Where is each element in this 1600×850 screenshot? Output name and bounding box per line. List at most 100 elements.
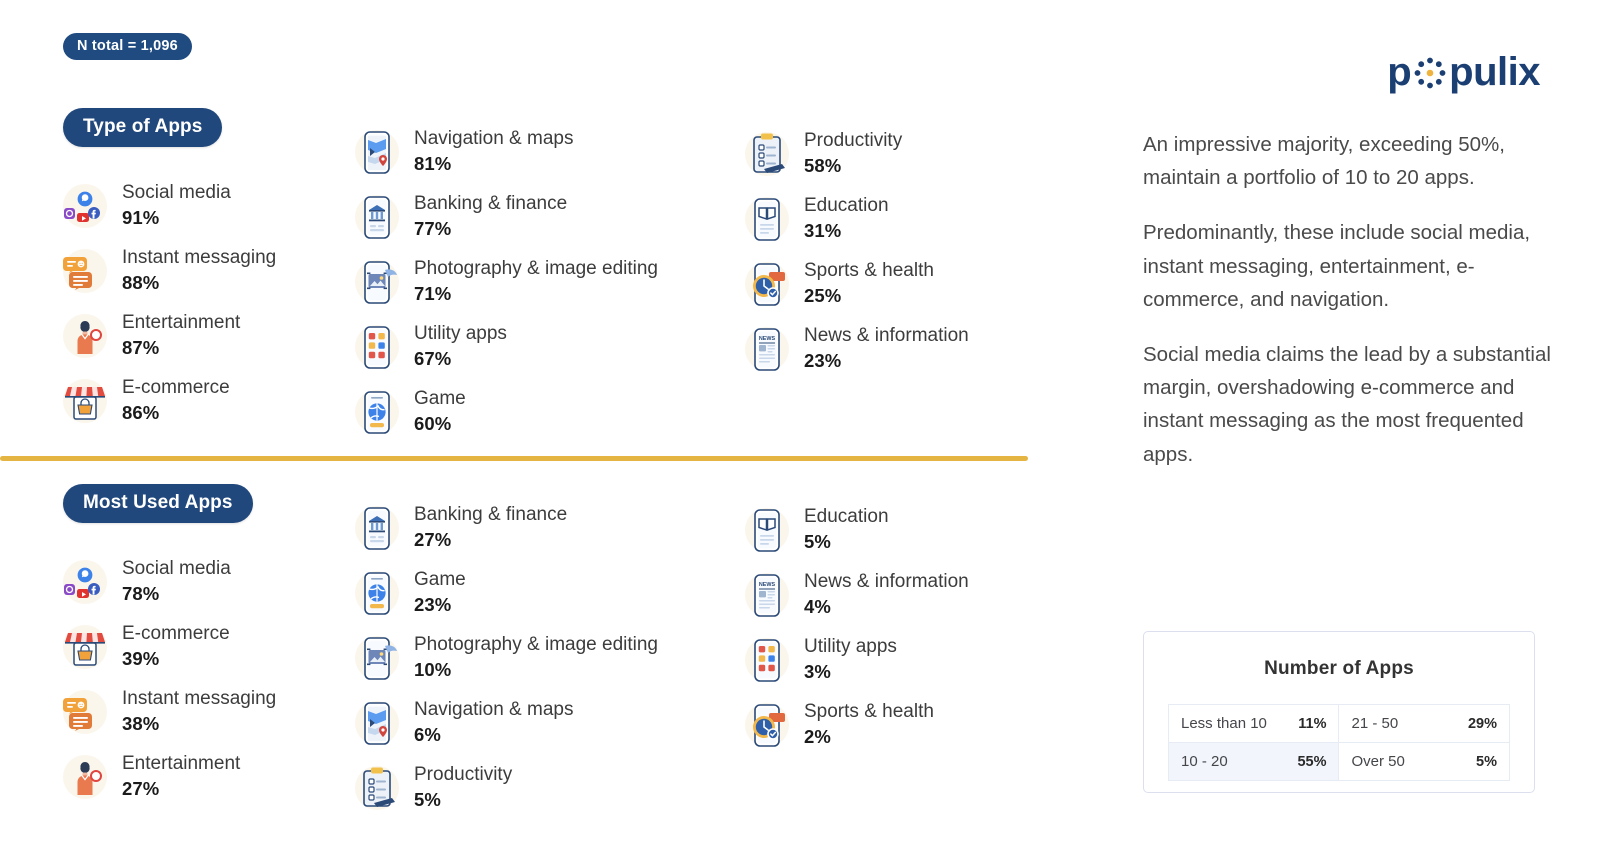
app-item: Utility apps 3%	[742, 634, 1042, 686]
sports-health-icon	[742, 258, 792, 310]
app-item-label: Photography & image editing	[414, 634, 658, 655]
app-item-label: Utility apps	[414, 323, 507, 344]
apps-range-value: 11%	[1281, 704, 1340, 743]
app-item-label: Game	[414, 569, 466, 590]
photography-icon	[352, 632, 402, 684]
app-item-value: 39%	[122, 648, 160, 670]
app-item-value: 23%	[804, 350, 842, 372]
app-item: Instant messaging 38%	[60, 686, 360, 738]
app-item-value: 91%	[122, 207, 160, 229]
app-item-value: 78%	[122, 583, 160, 605]
navigation-maps-icon	[352, 697, 402, 749]
app-item-text: Sports & health 2%	[804, 699, 934, 748]
app-item: Game 60%	[352, 386, 742, 438]
number-of-apps-card: Number of Apps Less than 10 11% 21 - 50 29%…	[1143, 631, 1535, 793]
narrative-paragraph: An impressive majority, exceeding 50%, m…	[1143, 133, 1505, 190]
populix-logo: p pulix	[1387, 52, 1540, 92]
app-item: Productivity 58%	[742, 128, 1042, 180]
app-item-label: E-commerce	[122, 377, 230, 398]
app-item-value: 87%	[122, 337, 160, 359]
productivity-icon	[742, 128, 792, 180]
app-item-text: News & information 23%	[804, 323, 969, 372]
narrative-text: An impressive majority, exceeding 50%, m…	[1143, 128, 1563, 471]
utility-apps-icon	[352, 321, 402, 373]
app-item-value: 71%	[414, 283, 452, 305]
app-item-text: Utility apps 67%	[414, 321, 507, 370]
app-item: Education 5%	[742, 504, 1042, 556]
app-item-label: Sports & health	[804, 701, 934, 722]
app-item-value: 31%	[804, 220, 842, 242]
app-item-label: News & information	[804, 571, 969, 592]
app-item: Navigation & maps 6%	[352, 697, 742, 749]
app-item-label: Navigation & maps	[414, 699, 574, 720]
app-item-text: Social media 78%	[122, 556, 231, 605]
n-total-label: N total =	[77, 38, 141, 54]
entertainment-icon	[60, 310, 110, 362]
game-icon	[352, 567, 402, 619]
app-item-label: Productivity	[414, 764, 513, 785]
app-item-text: Navigation & maps 81%	[414, 126, 573, 175]
app-item-label: Entertainment	[122, 312, 241, 333]
column-2: Navigation & maps 81% Banking & finance 77…	[352, 126, 742, 451]
app-item-text: Photography & image editing 71%	[414, 256, 658, 305]
app-item: Photography & image editing 10%	[352, 632, 742, 684]
app-item-text: Entertainment 27%	[122, 751, 240, 800]
app-item-text: Photography & image editing 10%	[414, 632, 658, 681]
app-item-value: 25%	[804, 285, 842, 307]
app-item-value: 27%	[414, 529, 452, 551]
svg-text:NEWS: NEWS	[759, 582, 776, 588]
app-item-label: E-commerce	[122, 623, 230, 644]
app-item-text: E-commerce 86%	[122, 375, 230, 424]
column-2: Banking & finance 27% Game 23% Photography…	[352, 502, 742, 827]
apps-range-value: 5%	[1451, 742, 1510, 781]
app-item-label: Entertainment	[122, 753, 241, 774]
n-total-value: 1,096	[140, 38, 178, 54]
logo-suffix: pulix	[1449, 50, 1540, 94]
app-item-label: Banking & finance	[414, 193, 568, 214]
apps-range-label: Less than 10	[1168, 704, 1282, 743]
e-commerce-icon	[60, 621, 110, 673]
app-item-text: Productivity 58%	[804, 128, 902, 177]
app-item-label: Navigation & maps	[414, 128, 574, 149]
app-item-text: Banking & finance 27%	[414, 502, 567, 551]
app-item: Entertainment 87%	[60, 310, 360, 362]
apps-range-value: 29%	[1451, 704, 1510, 743]
banking-finance-icon	[352, 191, 402, 243]
app-item: Utility apps 67%	[352, 321, 742, 373]
number-of-apps-title: Number of Apps	[1264, 658, 1414, 679]
app-item-value: 23%	[414, 594, 452, 616]
app-item-label: Instant messaging	[122, 247, 277, 268]
app-item: Entertainment 27%	[60, 751, 360, 803]
app-item: E-commerce 86%	[60, 375, 360, 427]
navigation-maps-icon	[352, 126, 402, 178]
logo-dot-cluster-icon	[1411, 52, 1449, 92]
column-1: Social media 91% Instant messaging 88% Ent…	[60, 180, 360, 440]
app-item-label: Utility apps	[804, 636, 897, 657]
app-item: Instant messaging 88%	[60, 245, 360, 297]
app-item-label: Banking & finance	[414, 504, 568, 525]
instant-messaging-icon	[60, 686, 110, 738]
table-row: Less than 10 11% 21 - 50 29%	[1168, 704, 1510, 743]
app-item-label: Instant messaging	[122, 688, 277, 709]
app-item-text: Productivity 5%	[414, 762, 512, 811]
svg-text:NEWS: NEWS	[759, 336, 776, 342]
app-item-value: 67%	[414, 348, 452, 370]
app-item: Productivity 5%	[352, 762, 742, 814]
app-item-text: Utility apps 3%	[804, 634, 897, 683]
app-item-value: 60%	[414, 413, 452, 435]
productivity-icon	[352, 762, 402, 814]
column-3: Education 5% NEWS News & information 4% Ut…	[742, 504, 1042, 764]
app-item: Navigation & maps 81%	[352, 126, 742, 178]
app-item-label: News & information	[804, 325, 969, 346]
logo-prefix: p	[1387, 50, 1412, 94]
app-item-label: Education	[804, 506, 889, 527]
app-item-label: Photography & image editing	[414, 258, 658, 279]
apps-range-value: 55%	[1281, 742, 1340, 781]
game-icon	[352, 386, 402, 438]
app-item-value: 77%	[414, 218, 452, 240]
app-item-label: Game	[414, 388, 466, 409]
app-item-value: 10%	[414, 659, 452, 681]
narrative-paragraph: Social media claims the lead by a substa…	[1143, 343, 1551, 466]
app-item: Education 31%	[742, 193, 1042, 245]
narrative-paragraph: Predominantly, these include social medi…	[1143, 221, 1531, 311]
